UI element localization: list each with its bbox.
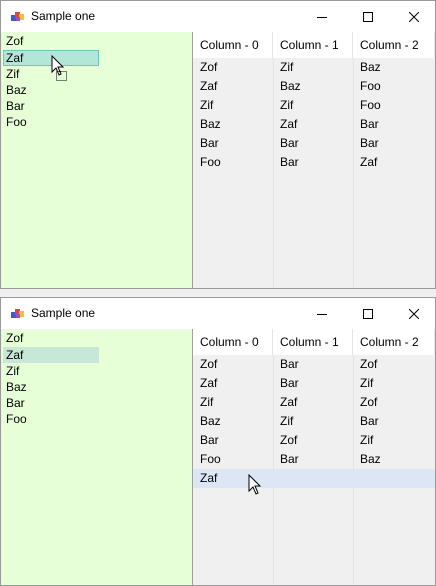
list-item[interactable]: Foo: [6, 411, 27, 427]
list-item[interactable]: Baz: [6, 379, 27, 395]
drag-cursor-icon: [51, 55, 67, 81]
column-header-1[interactable]: Column - 1: [273, 329, 353, 355]
grid-cell[interactable]: Zof: [200, 355, 217, 374]
list-item[interactable]: Bar: [6, 395, 25, 411]
grid-cell[interactable]: Bar: [360, 115, 379, 134]
column-header-2[interactable]: Column - 2: [353, 32, 435, 58]
app-icon: [11, 309, 24, 318]
column-divider: [353, 58, 354, 288]
grid-cell[interactable]: Zif: [200, 96, 213, 115]
grid-cell[interactable]: Bar: [360, 134, 379, 153]
source-listbox[interactable]: Zof Zaf Zif Baz Bar Foo: [2, 32, 193, 288]
highlighted-row[interactable]: [193, 469, 435, 488]
grid-cell[interactable]: Zif: [280, 412, 293, 431]
grid-cell[interactable]: Zif: [360, 431, 373, 450]
grid-cell[interactable]: Bar: [280, 374, 299, 393]
grid-cell[interactable]: Zof: [200, 58, 217, 77]
grid-cell[interactable]: Zif: [360, 374, 373, 393]
grid-cell[interactable]: Baz: [200, 115, 221, 134]
grid-cell[interactable]: Zaf: [280, 393, 297, 412]
window-title: Sample one: [31, 9, 96, 23]
grid-cell[interactable]: Zof: [280, 431, 297, 450]
close-icon: [409, 308, 419, 319]
grid-cell[interactable]: Zof: [360, 393, 377, 412]
grid-cell[interactable]: Zif: [280, 58, 293, 77]
grid-cell[interactable]: Zif: [280, 96, 293, 115]
grid-cell[interactable]: Foo: [360, 77, 381, 96]
window-drag-start: Sample one Zof Zaf Zif Baz Bar Foo Colum…: [0, 0, 436, 289]
grid-cell[interactable]: Zof: [360, 355, 377, 374]
list-item[interactable]: Zof: [6, 330, 23, 346]
grid-cell[interactable]: Foo: [360, 96, 381, 115]
column-header-1[interactable]: Column - 1: [273, 32, 353, 58]
grid-cell[interactable]: Zaf: [200, 469, 217, 488]
maximize-icon: [363, 11, 373, 22]
minimize-button[interactable]: [299, 298, 345, 329]
minimize-button[interactable]: [299, 1, 345, 32]
column-header-2[interactable]: Column - 2: [353, 329, 435, 355]
grid-cell[interactable]: Bar: [280, 450, 299, 469]
grid-cell[interactable]: Foo: [200, 450, 221, 469]
title-bar[interactable]: Sample one: [1, 298, 435, 329]
grid-cell[interactable]: Bar: [200, 134, 219, 153]
column-divider: [353, 355, 354, 585]
minimize-icon: [317, 16, 327, 18]
close-button[interactable]: [391, 1, 435, 32]
list-item[interactable]: Zof: [6, 33, 23, 49]
title-bar[interactable]: Sample one: [1, 1, 435, 32]
list-item[interactable]: Zaf: [6, 50, 23, 66]
grid-cell[interactable]: Zif: [200, 393, 213, 412]
grid-cell[interactable]: Baz: [360, 58, 381, 77]
grid-cell[interactable]: Zaf: [280, 115, 297, 134]
grid-cell[interactable]: Zaf: [360, 153, 377, 172]
list-item[interactable]: Zif: [6, 66, 19, 82]
maximize-button[interactable]: [345, 298, 391, 329]
data-grid[interactable]: Column - 0 Column - 1 Column - 2 Zof Bar…: [193, 329, 435, 585]
grid-cell[interactable]: Bar: [360, 412, 379, 431]
grid-cell[interactable]: Zaf: [200, 374, 217, 393]
grid-cell[interactable]: Baz: [280, 77, 301, 96]
list-item[interactable]: Baz: [6, 82, 27, 98]
list-item[interactable]: Zif: [6, 363, 19, 379]
column-divider: [273, 58, 274, 288]
grid-cell[interactable]: Baz: [200, 412, 221, 431]
column-divider: [273, 355, 274, 585]
grid-cell[interactable]: Bar: [280, 153, 299, 172]
grid-cell[interactable]: Bar: [200, 431, 219, 450]
source-listbox[interactable]: Zof Zaf Zif Baz Bar Foo: [2, 329, 193, 585]
pointer-cursor-icon: [248, 474, 262, 495]
maximize-icon: [363, 308, 373, 319]
close-button[interactable]: [391, 298, 435, 329]
grid-cell[interactable]: Bar: [280, 134, 299, 153]
app-icon: [11, 12, 24, 21]
minimize-icon: [317, 313, 327, 315]
grid-cell[interactable]: Zaf: [200, 77, 217, 96]
window-drop-result: Sample one Zof Zaf Zif Baz Bar Foo Colum…: [0, 297, 436, 586]
data-grid[interactable]: Column - 0 Column - 1 Column - 2 Zof Zif…: [193, 32, 435, 288]
close-icon: [409, 11, 419, 22]
grid-cell[interactable]: Foo: [200, 153, 221, 172]
maximize-button[interactable]: [345, 1, 391, 32]
window-title: Sample one: [31, 306, 96, 320]
grid-cell[interactable]: Bar: [280, 355, 299, 374]
list-item[interactable]: Bar: [6, 98, 25, 114]
list-item[interactable]: Zaf: [6, 347, 23, 363]
column-header-0[interactable]: Column - 0: [193, 32, 273, 58]
list-item[interactable]: Foo: [6, 114, 27, 130]
column-header-0[interactable]: Column - 0: [193, 329, 273, 355]
grid-cell[interactable]: Baz: [360, 450, 381, 469]
